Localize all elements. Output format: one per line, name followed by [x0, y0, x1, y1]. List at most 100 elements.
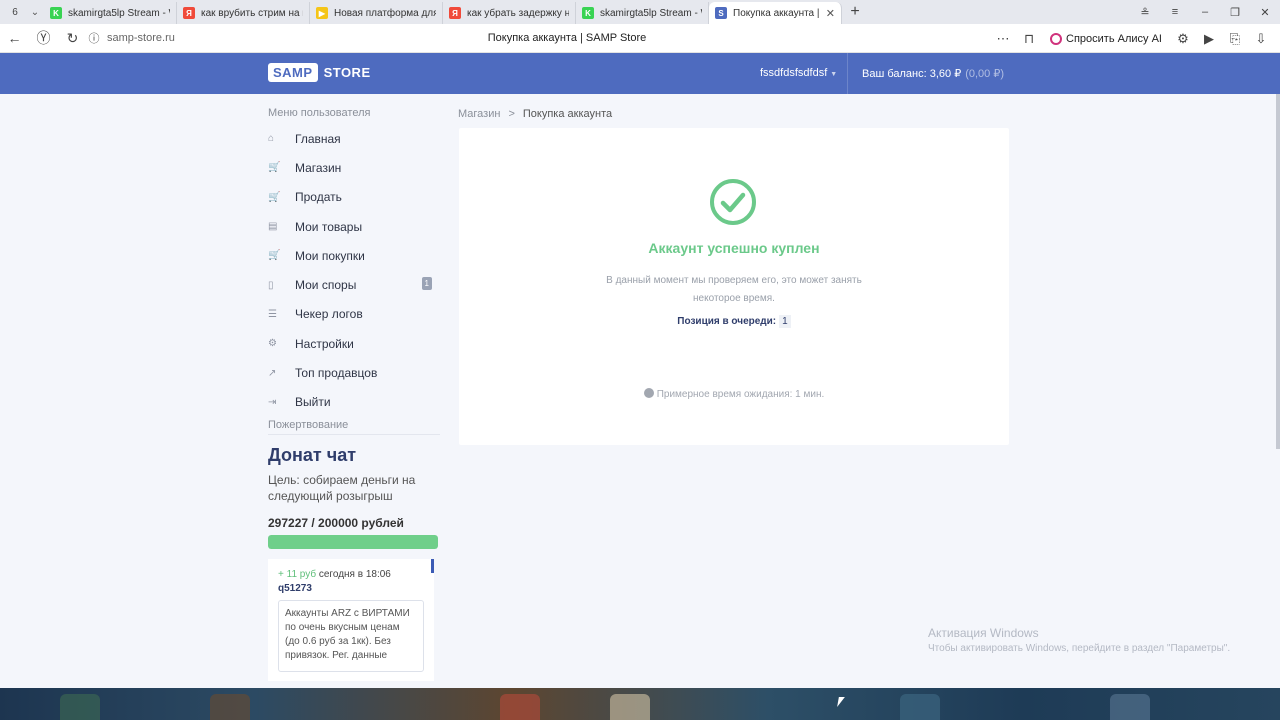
bookmark-icon[interactable]: ⊓: [1018, 31, 1040, 47]
alisa-icon: [1050, 32, 1063, 45]
sidebar-item-label: Чекер логов: [295, 307, 363, 322]
sidebar-item[interactable]: ⇥ Выйти: [268, 388, 440, 417]
page-title: Покупка аккаунта | SAMP Store: [487, 32, 647, 44]
caret-down-icon: ▼: [830, 71, 838, 78]
sidebar-item[interactable]: 🛒 Мои покупки: [268, 241, 440, 270]
logout-icon: ⇥: [268, 396, 277, 408]
sidebar-item[interactable]: ☰ Чекер логов: [268, 300, 440, 329]
home-icon: ⌂: [268, 133, 275, 145]
sidebar-item[interactable]: 🛒 Магазин: [268, 153, 440, 182]
tab-label: skamirgta5lp Stream - Wa: [68, 7, 170, 19]
site-header: SAMP STORE fssdfdsfsdfdsf ▼ Ваш баланс: 3…: [0, 53, 1280, 94]
sidebar: Меню пользователя ⌂ Главная 🛒 Магазин 🛒 Прода…: [268, 104, 440, 681]
donate-title: Донат чат: [268, 444, 357, 465]
wait-time: Примерное время ожидания: 1 мин.: [459, 388, 1009, 400]
file-icon: ▯: [268, 279, 274, 291]
favicon-icon: Я: [449, 7, 461, 19]
sidebar-item-label: Мои товары: [295, 219, 363, 234]
queue-label: Позиция в очереди:: [677, 316, 777, 327]
site-logo[interactable]: SAMP STORE: [268, 63, 371, 82]
queue-position: Позиция в очереди: 1: [459, 315, 1009, 328]
sidebar-item-label: Выйти: [295, 395, 331, 410]
donate-card: + 11 руб сегодня в 18:06 q51273 Аккаунты…: [268, 558, 434, 681]
wait-text: Примерное время ожидания: 1 мин.: [656, 389, 825, 400]
gear-icon: ⚙: [268, 338, 277, 350]
sidebar-item-label: Мои споры: [295, 278, 357, 293]
user-menu[interactable]: fssdfdsfsdfdsf ▼: [760, 67, 837, 79]
profile-icon[interactable]: ≗: [1130, 6, 1160, 19]
sidebar-item[interactable]: ▯ Мои споры 1: [268, 270, 440, 299]
cart-icon: 🛒: [268, 250, 281, 262]
restore-button[interactable]: ❐: [1220, 6, 1250, 19]
background-game-strip: [0, 688, 1280, 720]
sidebar-item[interactable]: ⚙ Настройки: [268, 329, 440, 358]
donate-goal: Цель: собираем деньги на следующий розыг…: [268, 472, 416, 503]
browser-tab[interactable]: S Покупка аккаунта | SA ✕: [709, 2, 842, 24]
watermark-line1: Активация Windows: [928, 626, 1039, 640]
favicon-icon: ▶: [316, 7, 328, 19]
collections-icon[interactable]: ⎘: [1224, 31, 1246, 47]
sidebar-item[interactable]: 🛒 Продать: [268, 183, 440, 212]
close-tab-icon[interactable]: ✕: [826, 7, 835, 20]
strip-shape: [60, 694, 100, 720]
donation-meta: + 11 руб сегодня в 18:06: [278, 569, 424, 580]
browser-tab[interactable]: Якак врубить стрим на ки: [177, 2, 310, 24]
sidebar-item[interactable]: ▤ Мои товары: [268, 212, 440, 241]
minimize-button[interactable]: –: [1190, 6, 1220, 18]
media-icon[interactable]: ▶: [1198, 31, 1220, 47]
list-icon: ☰: [268, 308, 277, 320]
tab-count-badge[interactable]: 6: [4, 3, 26, 21]
clock-icon: [643, 388, 654, 398]
browser-tab[interactable]: ▶ Новая платформа для стр: [310, 2, 443, 24]
strip-shape: [500, 694, 540, 720]
tab-label: skamirgta5lp Stream - Wa: [600, 7, 702, 19]
windows-activation-watermark: Активация Windows Чтобы активировать Win…: [928, 626, 1230, 654]
balance[interactable]: Ваш баланс: 3,60 ₽ (0,00 ₽): [862, 67, 1004, 80]
donation-message: Аккаунты ARZ с ВИРТАМИ по очень вкусным …: [278, 599, 424, 672]
close-window-button[interactable]: ✕: [1250, 6, 1280, 19]
watermark-line2: Чтобы активировать Windows, перейдите в …: [928, 643, 1231, 654]
breadcrumb-shop-link[interactable]: Магазин: [458, 108, 500, 120]
address-bar: ← Ⓨ ↻ ⓘ samp-store.ru Покупка аккаунта |…: [0, 24, 1280, 53]
favicon-icon: Я: [183, 7, 195, 19]
browser-tab[interactable]: Kskamirgta5lp Stream - Wa: [576, 2, 709, 24]
browser-tab[interactable]: Kskamirgta5lp Stream - Wa: [44, 2, 177, 24]
new-tab-button[interactable]: +: [844, 3, 866, 21]
sidebar-item-label: Настройки: [295, 336, 354, 351]
donation-caption: Пожертвование: [268, 417, 440, 435]
sidebar-item[interactable]: ↗ Топ продавцов: [268, 358, 440, 387]
breadcrumb: Магазин > Покупка аккаунта: [458, 108, 612, 120]
strip-shape: [210, 694, 250, 720]
tab-label: как врубить стрим на ки: [201, 7, 303, 19]
chevron-down-icon[interactable]: ⌄: [26, 7, 44, 18]
logo-box: SAMP: [268, 63, 318, 82]
alisa-label: Спросить Алису AI: [1066, 32, 1162, 45]
queue-value: 1: [779, 315, 791, 328]
breadcrumb-current: Покупка аккаунта: [522, 108, 613, 120]
page-scrollbar[interactable]: [1276, 94, 1280, 449]
username: fssdfdsfsdfdsf: [760, 67, 828, 79]
donate-progress-fill: [268, 534, 438, 549]
breadcrumb-separator: >: [508, 108, 515, 120]
donate-progress: [268, 534, 438, 549]
browser-tabbar: 6 ⌄ Kskamirgta5lp Stream - WaЯкак врубит…: [0, 0, 1280, 24]
extensions-icon[interactable]: ⚙: [1172, 31, 1194, 47]
purchase-result-card: Аккаунт успешно куплен В данный момент м…: [459, 128, 1009, 445]
sidebar-item-label: Магазин: [295, 160, 342, 175]
browser-tab[interactable]: Якак убрать задержку на: [443, 2, 576, 24]
donation-user[interactable]: q51273: [278, 583, 424, 594]
favicon-icon: K: [50, 7, 62, 19]
chart-icon: ↗: [268, 367, 277, 379]
strip-shape: [1110, 694, 1150, 720]
scrollbar[interactable]: [431, 558, 434, 573]
cart-icon: 🛒: [268, 191, 281, 203]
donation-time: сегодня в 18:06: [318, 568, 391, 580]
download-icon[interactable]: ⇩: [1250, 31, 1272, 47]
more-icon[interactable]: ⋯: [992, 31, 1014, 47]
sidebar-item-label: Топ продавцов: [295, 366, 378, 381]
menu-icon[interactable]: ≡: [1160, 6, 1190, 18]
alisa-button[interactable]: Спросить Алису AI: [1050, 32, 1162, 45]
logo-text: STORE: [323, 65, 371, 80]
sidebar-item[interactable]: ⌂ Главная: [268, 124, 440, 153]
basket-icon: ▤: [268, 221, 278, 233]
